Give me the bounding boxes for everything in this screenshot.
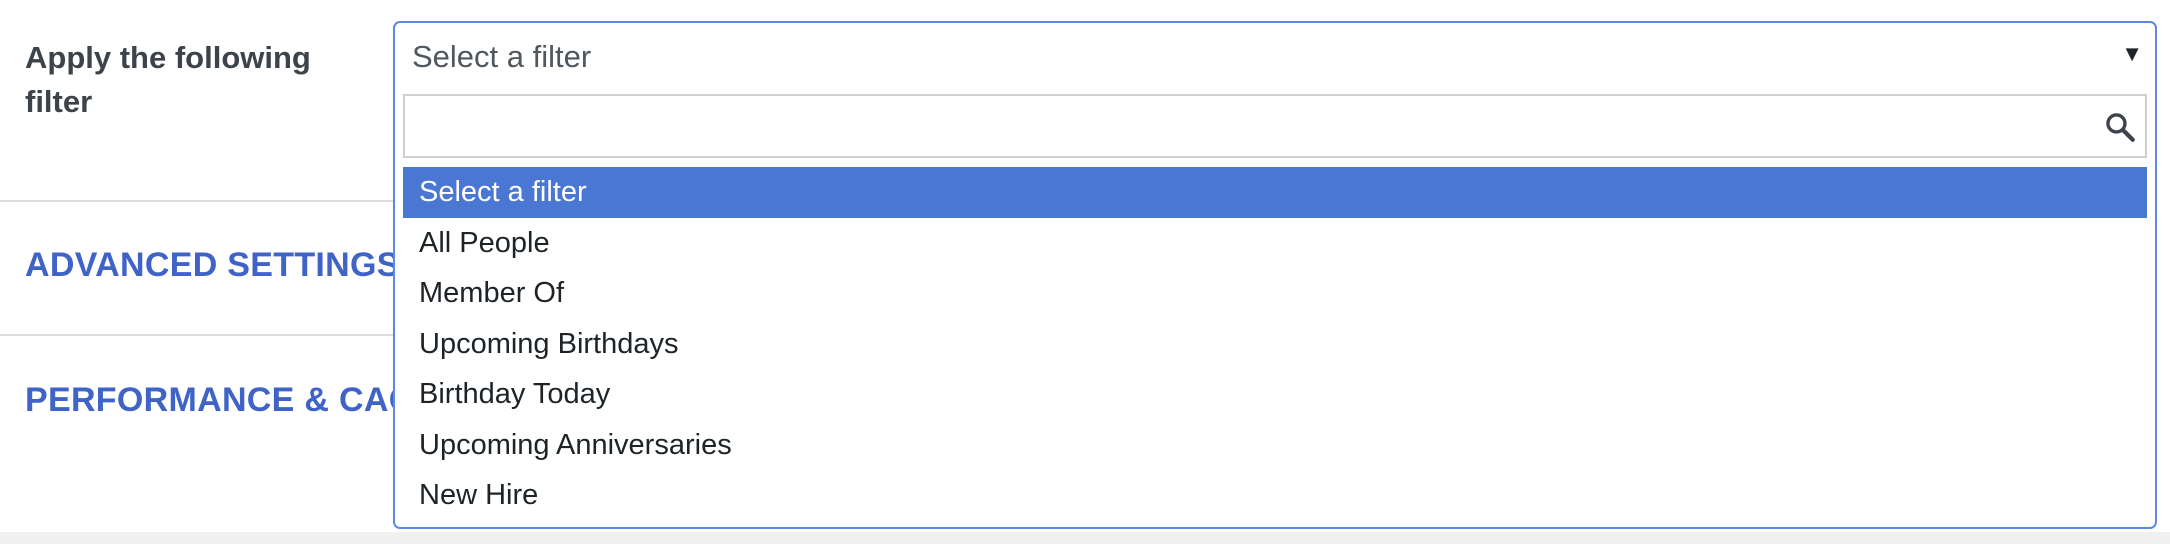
filter-options-list: Select a filter All People Member Of Upcomi… (403, 167, 2147, 521)
filter-option[interactable]: Member Of (403, 268, 2147, 319)
section-divider (0, 334, 396, 336)
filter-option[interactable]: Birthday Today (403, 369, 2147, 420)
filter-select-value: Select a filter (412, 39, 592, 74)
filter-select[interactable]: Select a filter ▼ Select a filter All Peo… (393, 21, 2157, 529)
filter-option[interactable]: Upcoming Anniversaries (403, 420, 2147, 471)
filter-label: Apply the following filter (25, 40, 311, 119)
search-icon (2106, 113, 2135, 142)
filter-option[interactable]: New Hire (403, 470, 2147, 521)
filter-option[interactable]: All People (403, 218, 2147, 269)
filter-search-input[interactable] (405, 96, 2075, 156)
filter-option[interactable]: Upcoming Birthdays (403, 319, 2147, 370)
section-divider (0, 200, 396, 202)
settings-page: Apply the following filter ADVANCED SETT… (0, 0, 2170, 544)
page-footer-strip (0, 532, 2170, 544)
filter-search-field[interactable] (403, 94, 2147, 158)
filter-option[interactable]: Select a filter (403, 167, 2147, 218)
dropdown-arrow-icon[interactable]: ▼ (2121, 41, 2143, 67)
advanced-settings-heading[interactable]: ADVANCED SETTINGS (25, 246, 400, 285)
filter-select-current[interactable]: Select a filter ▼ (395, 23, 2155, 93)
